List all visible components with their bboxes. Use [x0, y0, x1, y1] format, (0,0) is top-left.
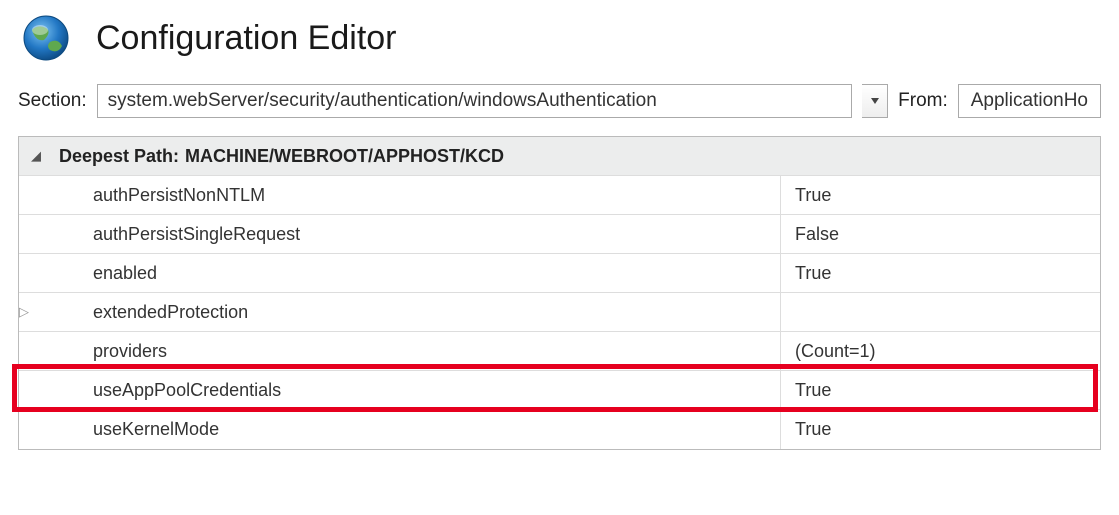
- section-combobox[interactable]: system.webServer/security/authentication…: [97, 84, 852, 118]
- property-value[interactable]: True: [780, 254, 1100, 292]
- table-row[interactable]: authPersistSingleRequest False: [19, 215, 1100, 254]
- grid-header-row[interactable]: ◢ Deepest Path: MACHINE/WEBROOT/APPHOST/…: [19, 137, 1100, 176]
- table-row[interactable]: ▷ extendedProtection: [19, 293, 1100, 332]
- header-prefix: Deepest Path:: [59, 146, 179, 167]
- from-value: ApplicationHo: [971, 90, 1088, 112]
- property-value[interactable]: True: [780, 371, 1100, 409]
- property-value[interactable]: True: [780, 176, 1100, 214]
- property-name: useAppPoolCredentials: [53, 380, 780, 401]
- property-value[interactable]: False: [780, 215, 1100, 253]
- table-row[interactable]: useKernelMode True: [19, 410, 1100, 449]
- chevron-down-icon: [871, 98, 879, 104]
- table-row[interactable]: providers (Count=1): [19, 332, 1100, 371]
- from-label: From:: [898, 90, 948, 112]
- globe-icon: [18, 10, 74, 66]
- table-row[interactable]: useAppPoolCredentials True: [19, 371, 1100, 410]
- property-value[interactable]: True: [780, 410, 1100, 449]
- section-value: system.webServer/security/authentication…: [108, 90, 657, 112]
- section-label: Section:: [18, 90, 87, 112]
- section-dropdown-button[interactable]: [862, 84, 888, 118]
- from-combobox[interactable]: ApplicationHo: [958, 84, 1101, 118]
- property-name: extendedProtection: [53, 302, 780, 323]
- collapse-icon[interactable]: ◢: [19, 148, 53, 164]
- property-grid: ◢ Deepest Path: MACHINE/WEBROOT/APPHOST/…: [18, 136, 1101, 450]
- property-name: authPersistSingleRequest: [53, 224, 780, 245]
- page-title: Configuration Editor: [96, 19, 397, 58]
- property-value[interactable]: [780, 293, 1100, 331]
- expand-icon[interactable]: ▷: [19, 304, 53, 320]
- property-value[interactable]: (Count=1): [780, 332, 1100, 370]
- table-row[interactable]: enabled True: [19, 254, 1100, 293]
- property-name: providers: [53, 341, 780, 362]
- property-name: useKernelMode: [53, 419, 780, 440]
- table-row[interactable]: authPersistNonNTLM True: [19, 176, 1100, 215]
- property-name: enabled: [53, 263, 780, 284]
- header-path: MACHINE/WEBROOT/APPHOST/KCD: [185, 146, 504, 167]
- property-name: authPersistNonNTLM: [53, 185, 780, 206]
